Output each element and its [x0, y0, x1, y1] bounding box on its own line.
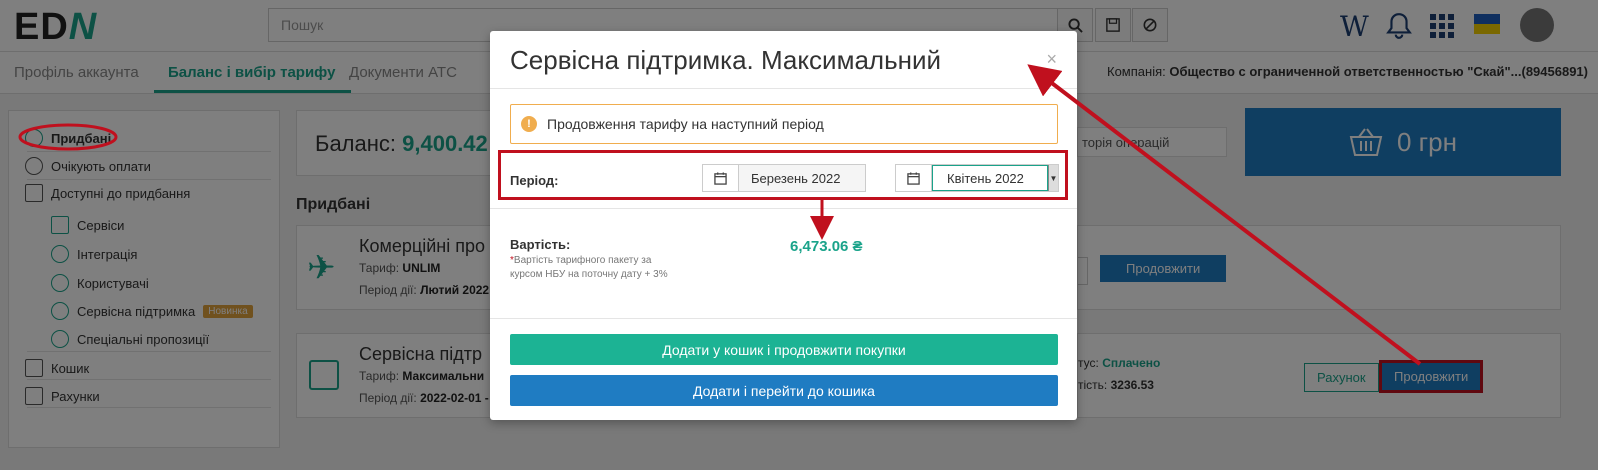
cost-value: 6,473.06 ₴ [790, 238, 863, 255]
period-label: Період: [510, 173, 559, 188]
period-from-value: Березень 2022 [751, 171, 841, 186]
renewal-alert: ! Продовження тарифу на наступний період [510, 104, 1058, 144]
add-go-to-cart-button[interactable]: Додати і перейти до кошика [510, 375, 1058, 406]
period-from-select[interactable]: Березень 2022 [702, 164, 866, 192]
cost-note: *Вартість тарифного пакету за курсом НБУ… [510, 254, 675, 282]
chevron-down-icon[interactable]: ▼ [1048, 165, 1058, 191]
calendar-icon [703, 165, 739, 191]
alert-text: Продовження тарифу на наступний період [547, 116, 824, 132]
cost-label: Вартість: [510, 237, 571, 252]
modal-dialog: Сервісна підтримка. Максимальний × ! Про… [490, 31, 1077, 420]
modal-title: Сервісна підтримка. Максимальний [510, 45, 942, 75]
calendar-icon [896, 165, 932, 191]
add-to-cart-continue-button[interactable]: Додати у кошик і продовжити покупки [510, 334, 1058, 365]
period-to-value: Квітень 2022 [932, 165, 1048, 191]
period-to-select[interactable]: Квітень 2022 ▼ [895, 164, 1059, 192]
warning-icon: ! [521, 116, 537, 132]
close-icon[interactable]: × [1046, 49, 1057, 70]
cost-note-text: Вартість тарифного пакету за курсом НБУ … [510, 255, 668, 280]
